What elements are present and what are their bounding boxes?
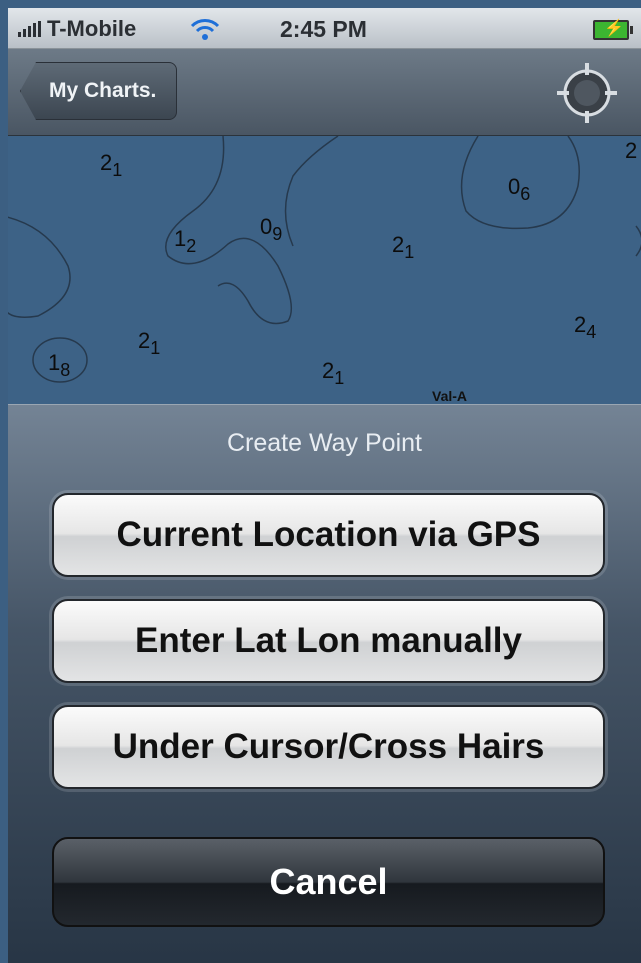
depth-sounding: 09 [260,214,283,244]
status-bar: T-Mobile 2:45 PM ⚡ [8,8,641,49]
depth-sounding: 21 [322,358,345,388]
signal-strength-icon [18,21,41,37]
depth-sounding: 24 [574,312,597,342]
back-button-label: My Charts. [49,79,157,102]
depth-sounding: 21 [392,232,415,262]
depth-sounding: 06 [508,174,531,204]
carrier-name: T-Mobile [47,16,137,41]
depth-sounding: 2 [625,138,638,163]
action-sheet-title: Create Way Point [227,429,422,457]
navigation-bar: My Charts. [8,49,641,136]
wifi-icon [190,19,220,40]
clock: 2:45 PM [280,16,367,42]
action-sheet: Create Way Point Current Location via GP… [8,404,641,963]
carrier-info: T-Mobile [18,16,136,42]
chart-marker-label: Val-A [432,388,468,404]
under-cursor-button[interactable]: Under Cursor/Cross Hairs [52,705,605,789]
depth-sounding: 21 [100,150,123,180]
depth-sounding: 21 [138,328,161,358]
depth-sounding: 18 [48,350,71,380]
cancel-button[interactable]: Cancel [52,837,605,927]
enter-lat-lon-button[interactable]: Enter Lat Lon manually [52,599,605,683]
depth-sounding: 12 [174,226,197,256]
current-location-gps-button[interactable]: Current Location via GPS [52,493,605,577]
app-screen: T-Mobile 2:45 PM ⚡ My Charts. 21 12 09 2… [0,0,641,963]
crosshair-locate-icon[interactable] [555,61,619,125]
battery-charging-icon: ⚡ [593,20,633,40]
back-button[interactable]: My Charts. [20,62,178,120]
